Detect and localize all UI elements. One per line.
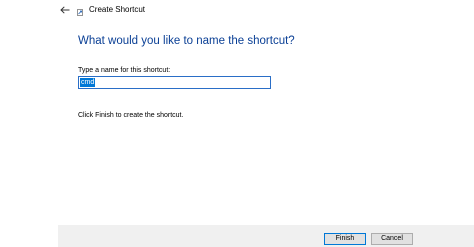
window-title: Create Shortcut	[89, 5, 146, 14]
back-arrow-icon	[60, 6, 70, 14]
page-heading: What would you like to name the shortcut…	[78, 35, 295, 47]
shortcut-name-input[interactable]: cmd	[78, 76, 271, 89]
shortcut-icon	[77, 9, 83, 16]
back-button[interactable]	[57, 2, 73, 18]
shortcut-name-label: Type a name for this shortcut:	[78, 67, 171, 74]
cancel-button[interactable]: Cancel	[371, 233, 413, 245]
shortcut-name-value: cmd	[80, 78, 96, 87]
title-bar: Create Shortcut	[0, 0, 474, 22]
finish-button[interactable]: Finish	[324, 233, 366, 245]
instruction-text: Click Finish to create the shortcut.	[78, 112, 184, 119]
